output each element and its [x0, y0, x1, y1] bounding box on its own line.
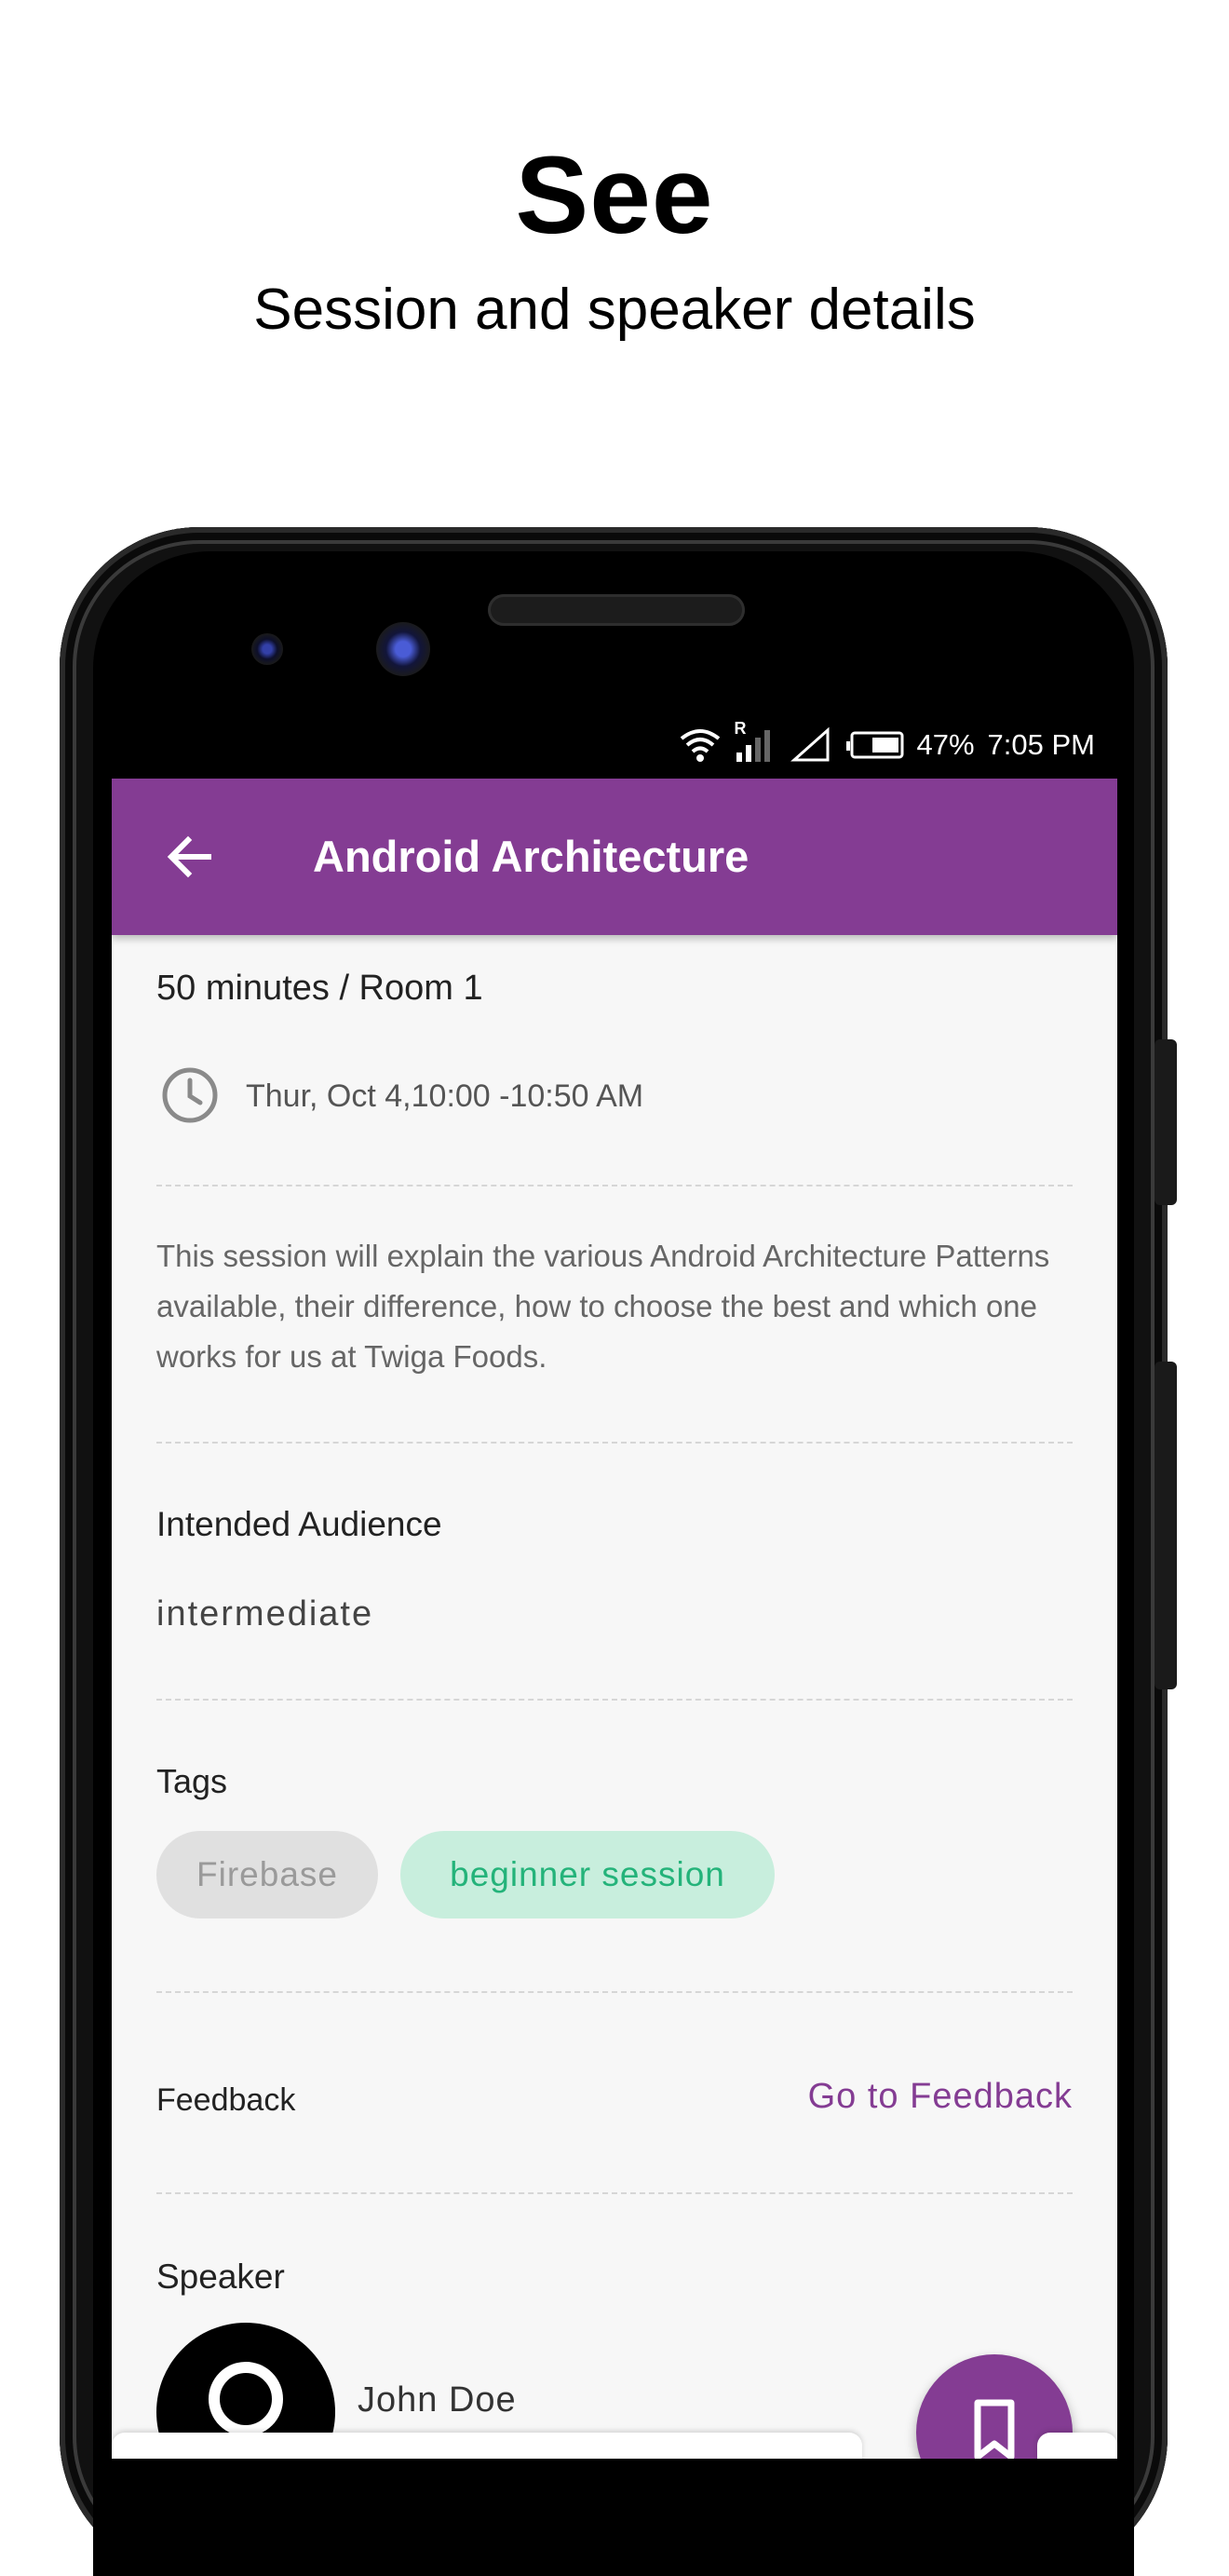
speaker-name[interactable]: John Doe [358, 2380, 517, 2420]
bottom-sheet-edge [112, 2433, 862, 2459]
divider [156, 1185, 1073, 1186]
speaker-label: Speaker [156, 2257, 285, 2296]
audience-label: Intended Audience [156, 1505, 442, 1543]
divider [156, 1442, 1073, 1444]
promo-subtitle: Session and speaker details [253, 278, 976, 342]
front-camera [376, 622, 430, 676]
tag-chip-label: Firebase [196, 1855, 338, 1893]
divider [156, 1699, 1073, 1701]
divider [156, 2192, 1073, 2194]
battery-icon [845, 731, 903, 759]
earpiece-speaker [488, 594, 745, 626]
duration-room: 50 minutes / Room 1 [156, 969, 483, 1008]
status-time: 7:05 PM [987, 728, 1095, 761]
divider [156, 1991, 1073, 1993]
page-title: Android Architecture [313, 832, 750, 881]
promo-title: See [515, 134, 714, 257]
session-description: This session will explain the various An… [156, 1239, 1050, 1374]
tag-chip-label: beginner session [450, 1855, 725, 1893]
session-time-row: Thur, Oct 4,10:00 -10:50 AM [156, 1065, 1073, 1125]
arrow-back-icon [167, 835, 211, 878]
signal-icon [736, 730, 770, 762]
proximity-sensor [251, 633, 283, 665]
signal-empty-icon [790, 726, 829, 762]
tag-chip[interactable]: beginner session [400, 1831, 775, 1918]
audience-value: intermediate [156, 1594, 374, 1634]
wifi-icon [680, 729, 720, 762]
battery-percent: 47% [916, 728, 975, 761]
volume-button [1155, 1039, 1177, 1205]
bottom-sheet-edge [1037, 2433, 1117, 2459]
status-bar: R 47% 7:05 PM [112, 715, 1117, 779]
go-to-feedback-link[interactable]: Go to Feedback [808, 2077, 1073, 2117]
back-button[interactable] [160, 827, 220, 887]
session-detail-screen: Android Architecture 50 minutes / Room 1… [112, 779, 1117, 2459]
feedback-label: Feedback [156, 2082, 296, 2118]
app-bar: Android Architecture [112, 779, 1117, 935]
session-time: Thur, Oct 4,10:00 -10:50 AM [246, 1078, 644, 1114]
clock-icon [162, 1067, 218, 1123]
tags-label: Tags [156, 1762, 228, 1800]
power-button [1155, 1362, 1177, 1689]
tag-chip[interactable]: Firebase [156, 1831, 378, 1918]
